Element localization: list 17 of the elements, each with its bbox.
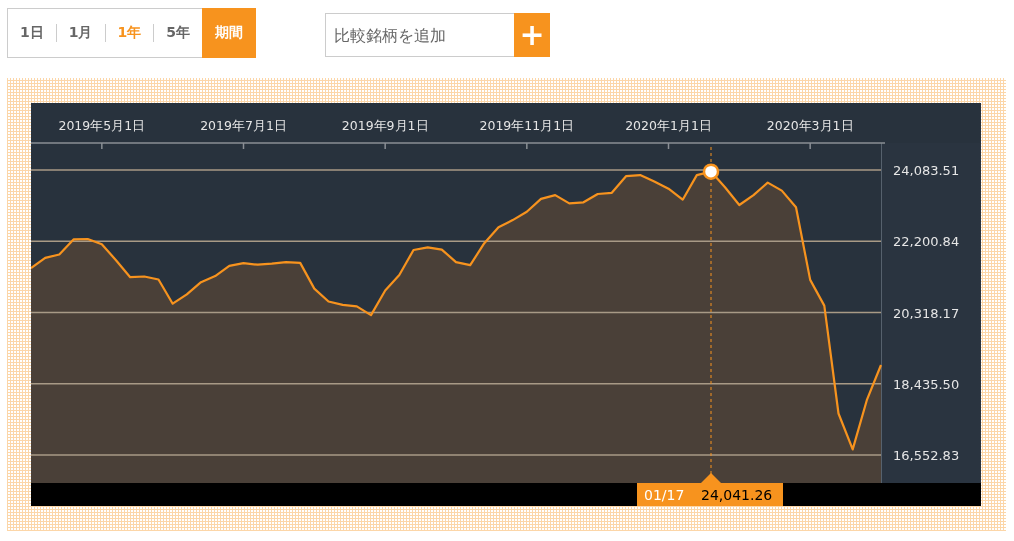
y-axis-label: 18,435.50 xyxy=(893,376,960,392)
x-axis-label: 2019年11月1日 xyxy=(479,118,575,133)
compare-search-field[interactable]: 比較銘柄を追加 xyxy=(325,13,514,57)
tooltip-date: 01/17 xyxy=(644,487,685,503)
x-axis-label: 2019年5月1日 xyxy=(58,118,146,133)
x-axis-label: 2020年3月1日 xyxy=(766,118,854,133)
tooltip-value: 24,041.26 xyxy=(701,487,773,503)
y-axis-label: 20,318.17 xyxy=(893,305,960,321)
y-axis-label: 24,083.51 xyxy=(893,163,960,178)
x-axis-label: 2019年7月1日 xyxy=(200,118,287,133)
y-axis-label: 16,552.83 xyxy=(893,448,960,463)
range-tab[interactable]: 1月 xyxy=(55,24,105,42)
x-axis-label: 2019年9月1日 xyxy=(341,118,429,133)
y-axis-label: 22,200.84 xyxy=(893,234,960,250)
x-axis-label: 2020年1月1日 xyxy=(625,118,712,133)
range-tab[interactable]: 1日 xyxy=(8,24,56,42)
cursor-marker xyxy=(702,163,720,180)
